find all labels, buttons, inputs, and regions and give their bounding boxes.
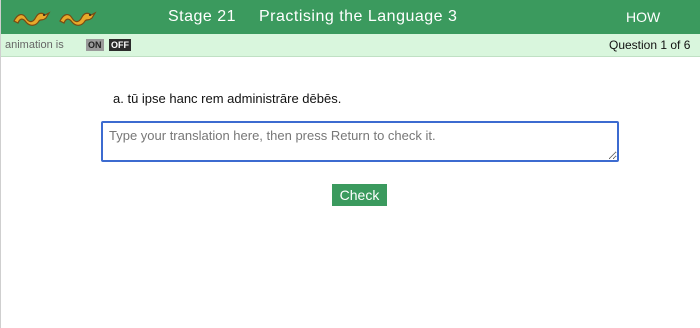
snake-logo-icon bbox=[13, 11, 97, 26]
animation-off-toggle[interactable]: OFF bbox=[109, 39, 131, 51]
exercise-page: Stage 21 Practising the Language 3 HOW a… bbox=[0, 0, 700, 328]
how-to-link[interactable]: HOW bbox=[626, 9, 660, 25]
status-bar: animation is ON OFF Question 1 of 6 bbox=[1, 34, 700, 57]
check-button[interactable]: Check bbox=[332, 184, 387, 206]
question-counter: Question 1 of 6 bbox=[609, 38, 691, 52]
header-bar: Stage 21 Practising the Language 3 HOW bbox=[1, 0, 700, 34]
animation-on-toggle[interactable]: ON bbox=[86, 39, 104, 51]
question-prompt: a. tū ipse hanc rem administrāre dēbēs. bbox=[113, 91, 342, 106]
page-title: Practising the Language 3 bbox=[259, 8, 458, 25]
animation-label: animation is bbox=[5, 39, 64, 51]
translation-input[interactable] bbox=[101, 121, 619, 162]
stage-label: Stage 21 bbox=[168, 8, 237, 25]
